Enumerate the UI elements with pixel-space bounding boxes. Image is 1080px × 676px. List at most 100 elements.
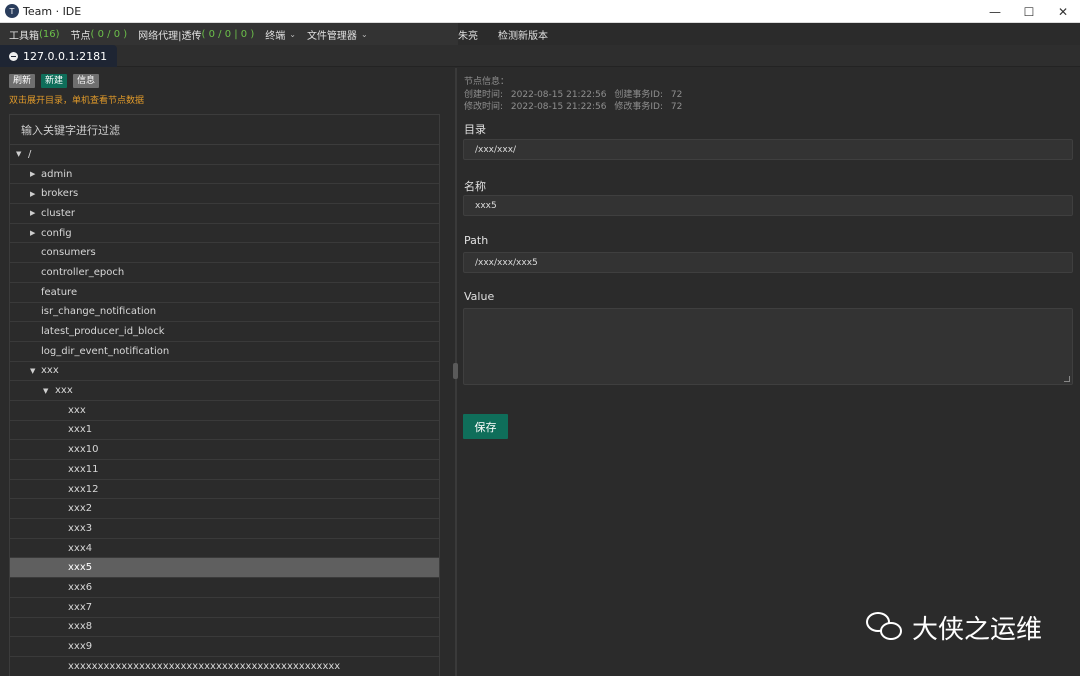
menu-toolbox[interactable]: 工具箱 (16)	[9, 27, 60, 42]
create-txid-label: 创建事务ID:	[614, 89, 664, 100]
tree-row[interactable]: ▶ admin	[10, 165, 439, 185]
tree-row[interactable]: ▶ cluster	[10, 204, 439, 224]
caret-down-icon[interactable]: ▼	[16, 150, 21, 158]
tree-label: xxx10	[68, 444, 99, 456]
menu-bar: 工具箱 (16) 节点 ( 0 / 0 ) 网络代理|透传 ( 0 / 0 | …	[0, 23, 1080, 45]
caret-down-icon[interactable]: ▼	[30, 367, 35, 375]
tree-label: admin	[41, 168, 73, 180]
resize-grip-icon[interactable]	[1064, 376, 1070, 382]
tree-label: xxx3	[68, 522, 93, 534]
tree-row[interactable]: latest_producer_id_block	[10, 322, 439, 342]
new-button[interactable]: 新建	[41, 74, 68, 88]
tree-row[interactable]: ▼ xxx	[10, 362, 439, 382]
create-txid-value: 72	[670, 89, 683, 100]
value-label: Value	[464, 290, 495, 303]
tree-row[interactable]: ▶ brokers	[10, 184, 439, 205]
chevron-down-icon: ⌄	[289, 29, 296, 39]
caret-right-icon[interactable]: ▶	[30, 229, 35, 237]
tree-row-selected[interactable]: xxx5	[10, 558, 439, 579]
save-button[interactable]: 保存	[463, 414, 508, 439]
tree-row[interactable]: xxx6	[10, 578, 439, 598]
path-label: Path	[464, 234, 489, 247]
window-controls: — ☐ ✕	[978, 0, 1080, 23]
tree-label: latest_producer_id_block	[41, 326, 165, 338]
tree-row[interactable]: xxx4	[10, 539, 439, 559]
tree-row[interactable]: xxx1	[10, 421, 439, 441]
node-info-created: 创建时间: 2022-08-15 21:22:56 创建事务ID: 72	[464, 89, 682, 102]
tree-row[interactable]: xxx12	[10, 480, 439, 500]
tree-row[interactable]: consumers	[10, 243, 439, 264]
tree-row[interactable]: ▶ config	[10, 224, 439, 244]
tree-label: xxx1	[68, 424, 93, 436]
tree-label: xxx6	[68, 581, 93, 593]
tree-label: xxx	[41, 365, 59, 377]
filter-input[interactable]: 输入关键字进行过滤	[10, 115, 439, 145]
tree-row[interactable]: xxx2	[10, 499, 439, 520]
tab-connection[interactable]: 127.0.0.1:2181	[0, 45, 117, 67]
tree-label: consumers	[41, 247, 96, 259]
window-title: Team · IDE	[23, 4, 82, 18]
right-panel: 节点信息： 创建时间: 2022-08-15 21:22:56 创建事务ID: …	[458, 68, 1080, 676]
tree-row-root[interactable]: ▼ /	[10, 145, 439, 165]
node-info-modified: 修改时间: 2022-08-15 21:22:56 修改事务ID: 72	[464, 101, 682, 114]
tab-bar: 127.0.0.1:2181	[0, 45, 1080, 67]
wechat-logo-icon	[866, 610, 906, 646]
menu-filemanager-label: 文件管理器	[306, 30, 357, 42]
chevron-down-icon: ⌄	[360, 29, 368, 39]
modified-value: 2022-08-15 21:22:56	[510, 102, 607, 112]
maximize-icon[interactable]: ☐	[1012, 0, 1046, 23]
caret-down-icon[interactable]: ▼	[43, 387, 48, 395]
name-field[interactable]: xxx5	[463, 195, 1073, 216]
tree-row[interactable]: isr_change_notification	[10, 303, 439, 323]
tree-label: xxx	[55, 385, 73, 397]
title-bar: T Team · IDE — ☐ ✕	[0, 0, 1080, 23]
tree-label: config	[41, 227, 72, 239]
tree-row[interactable]: xxx10	[10, 440, 439, 460]
connection-status-icon	[9, 51, 18, 61]
caret-right-icon[interactable]: ▶	[30, 170, 35, 178]
refresh-button[interactable]: 刷新	[9, 74, 36, 88]
menu-nodes[interactable]: 节点 ( 0 / 0 )	[71, 27, 128, 42]
menu-terminal[interactable]: 终端 ⌄	[265, 27, 296, 42]
node-info: 节点信息： 创建时间: 2022-08-15 21:22:56 创建事务ID: …	[464, 76, 682, 114]
tree-row[interactable]: xxxxxxxxxxxxxxxxxxxxxxxxxxxxxxxxxxxxxxxx…	[10, 657, 439, 676]
value-textarea[interactable]	[463, 308, 1073, 385]
tree-row[interactable]: feature	[10, 283, 439, 303]
close-icon[interactable]: ✕	[1046, 0, 1080, 23]
info-button[interactable]: 信息	[73, 74, 100, 88]
tab-label: 127.0.0.1:2181	[23, 49, 108, 63]
tree-row[interactable]: xxx7	[10, 598, 439, 618]
path-field[interactable]: /xxx/xxx/xxx5	[463, 252, 1073, 273]
tree-label: xxx11	[68, 463, 99, 475]
dir-label: 目录	[464, 123, 486, 136]
menu-nodes-count: ( 0 / 0 )	[90, 28, 128, 40]
tree-row[interactable]: xxx3	[10, 519, 439, 539]
tree-row[interactable]: xxx	[10, 401, 439, 421]
tree-row[interactable]: log_dir_event_notification	[10, 342, 439, 362]
tree-row[interactable]: ▼ xxx	[10, 381, 439, 401]
tree-label: feature	[41, 286, 78, 298]
check-update-link[interactable]: 检测新版本	[498, 27, 548, 42]
menu-toolbox-label: 工具箱	[9, 30, 39, 42]
user-name[interactable]: 朱亮	[458, 27, 478, 42]
caret-right-icon[interactable]: ▶	[30, 209, 35, 217]
tree-container: 输入关键字进行过滤 ▼ / ▶ admin ▶ brokers ▶ cluste…	[9, 114, 440, 676]
toolbar: 刷新 新建 信息	[9, 74, 100, 88]
watermark-text: 大侠之运维	[912, 615, 1043, 645]
menu-filemanager[interactable]: 文件管理器 ⌄	[307, 27, 368, 42]
tree-row[interactable]: xxx9	[10, 637, 439, 657]
tree-label: xxx4	[68, 542, 93, 554]
caret-right-icon[interactable]: ▶	[30, 190, 35, 198]
tree-row[interactable]: controller_epoch	[10, 263, 439, 283]
tree-label: xxxxxxxxxxxxxxxxxxxxxxxxxxxxxxxxxxxxxxxx…	[68, 660, 341, 672]
menu-nodes-label: 节点	[70, 30, 91, 42]
tree-label: controller_epoch	[41, 266, 125, 278]
tree-label: cluster	[41, 207, 76, 219]
dir-field[interactable]: /xxx/xxx/	[463, 139, 1073, 160]
menu-proxy[interactable]: 网络代理|透传 ( 0 / 0 | 0 )	[138, 27, 254, 42]
modified-label: 修改时间:	[464, 102, 504, 112]
minimize-icon[interactable]: —	[978, 0, 1012, 23]
tree-row[interactable]: xxx8	[10, 618, 439, 638]
tree-row[interactable]: xxx11	[10, 460, 439, 480]
modify-txid-label: 修改事务ID:	[614, 102, 664, 112]
